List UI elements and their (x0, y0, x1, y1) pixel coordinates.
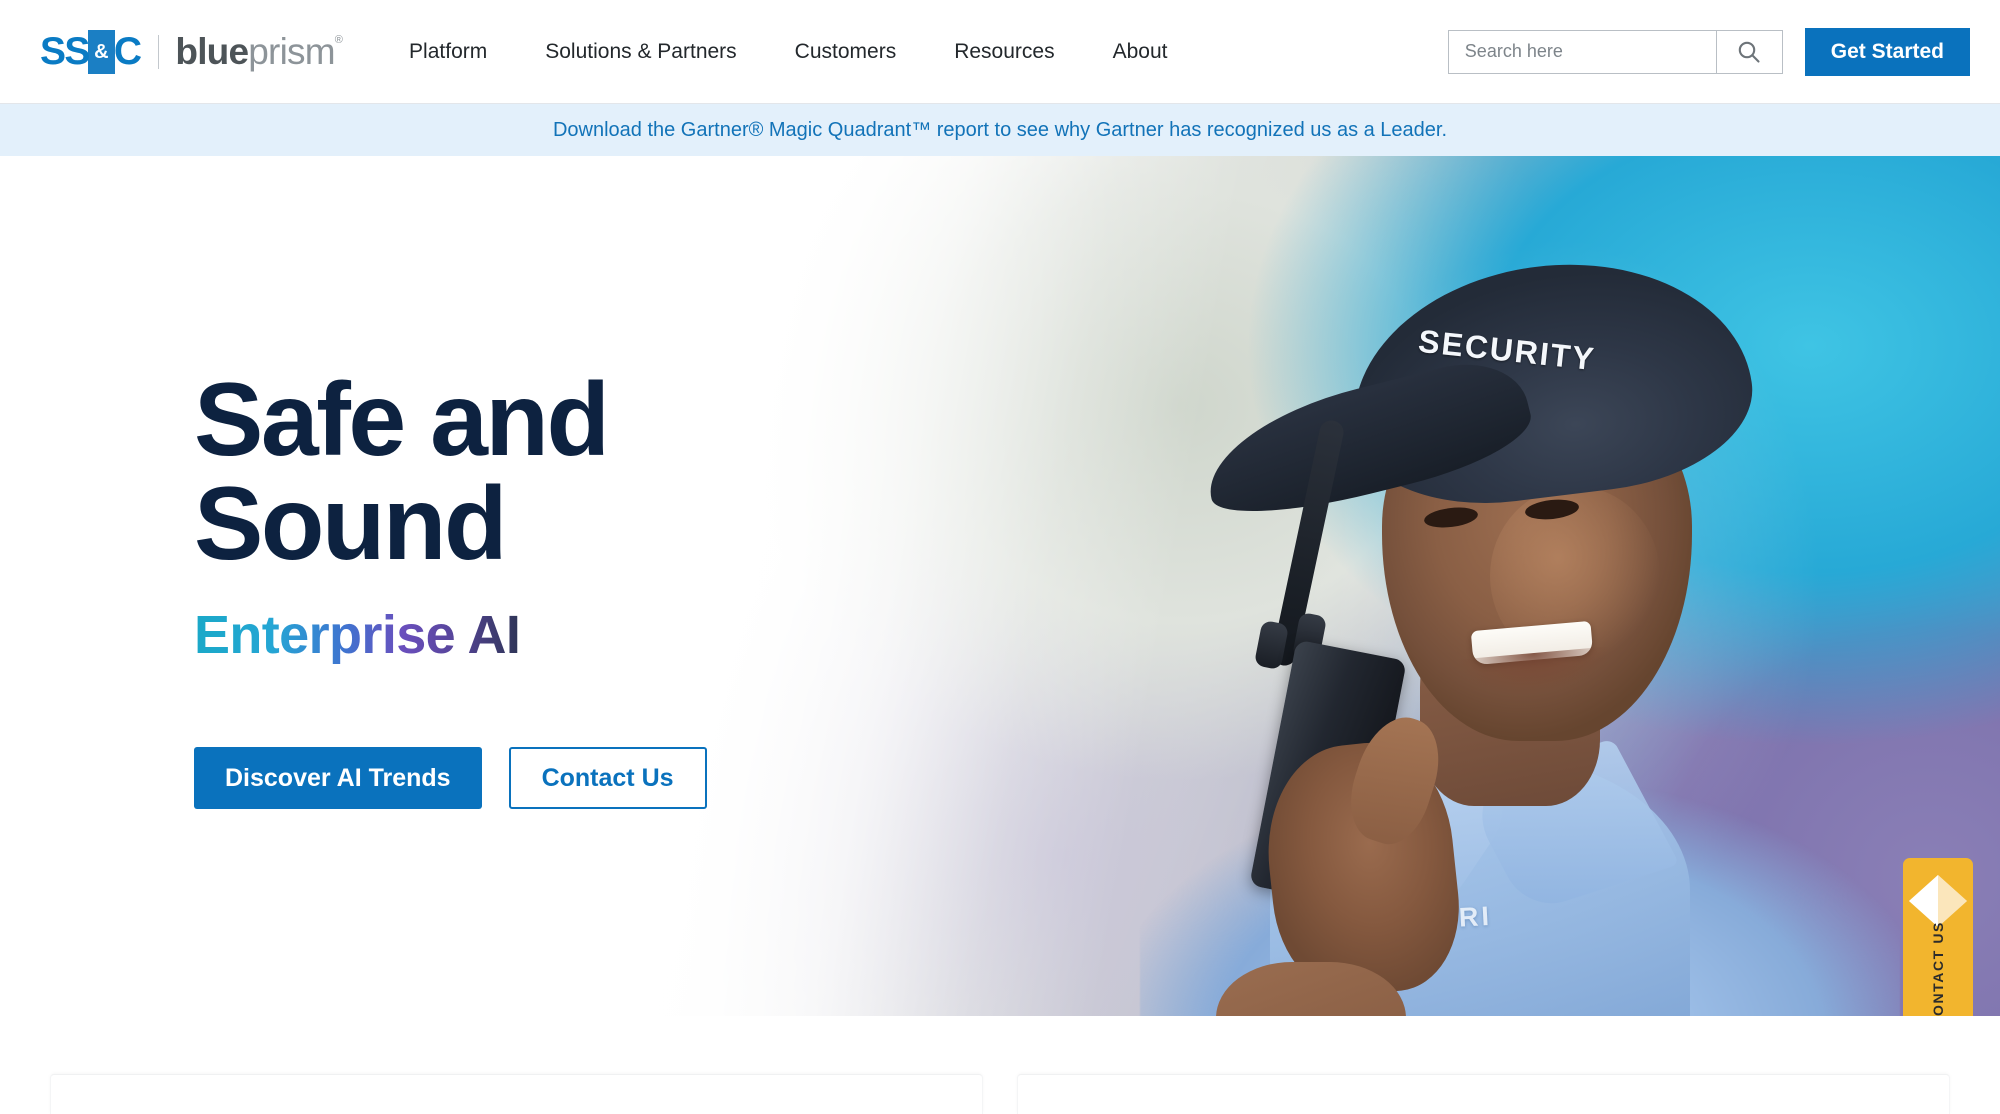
logo-divider (158, 34, 160, 69)
contact-us-button[interactable]: Contact Us (508, 747, 707, 810)
search-button[interactable] (1715, 30, 1782, 73)
get-started-button[interactable]: Get Started (1804, 27, 1970, 76)
logo-ss-text: SS (40, 30, 90, 73)
hero-title: Safe and Sound (194, 368, 707, 576)
contact-us-side-tab-label: CONTACT US (1930, 921, 1946, 1016)
contact-us-side-tab[interactable]: CONTACT US (1903, 858, 1973, 1016)
nav-item-customers[interactable]: Customers (766, 30, 926, 74)
search-input[interactable] (1448, 30, 1716, 73)
nav-item-solutions-partners[interactable]: Solutions & Partners (516, 30, 765, 74)
logo-c-text: C (113, 30, 142, 73)
main-navigation: Platform Solutions & Partners Customers … (380, 30, 1196, 74)
announcement-banner: Download the Gartner® Magic Quadrant™ re… (0, 104, 2000, 156)
hero-copy: Safe and Sound Enterprise AI Discover AI… (194, 368, 707, 810)
search-box (1447, 29, 1783, 74)
announcement-banner-link[interactable]: Download the Gartner® Magic Quadrant™ re… (553, 119, 1447, 142)
hero-subtitle: Enterprise AI (194, 605, 521, 665)
nav-item-resources[interactable]: Resources (925, 30, 1083, 74)
logo-ampersand-text: & (94, 40, 109, 63)
logo-ampersand-block: & (87, 29, 115, 74)
logo[interactable]: SS & C blueprism® (40, 28, 343, 76)
site-header: SS & C blueprism® Platform Solutions & P… (0, 0, 2000, 104)
content-card[interactable] (50, 1074, 983, 1114)
below-hero-section (0, 1016, 2000, 1114)
ssc-logo: SS & C (40, 29, 142, 74)
content-card[interactable] (1017, 1074, 1950, 1114)
logo-registered-mark: ® (334, 34, 343, 46)
logo-blue-text: blue (175, 31, 249, 72)
hero-section: SECURI SECURITY Safe and Sound Enterpris… (0, 156, 2000, 1016)
nav-item-about[interactable]: About (1084, 30, 1197, 74)
hero-title-line-1: Safe and (194, 362, 610, 478)
header-actions: Get Started (1447, 27, 1970, 76)
nav-item-platform[interactable]: Platform (380, 30, 516, 74)
hero-title-line-2: Sound (194, 466, 507, 582)
discover-ai-trends-button[interactable]: Discover AI Trends (194, 747, 482, 810)
content-cards-row (50, 1074, 1950, 1114)
search-icon (1739, 41, 1760, 63)
hero-cta-group: Discover AI Trends Contact Us (194, 747, 707, 810)
blueprism-logo: blueprism® (175, 33, 342, 70)
logo-prism-text: prism (248, 31, 335, 72)
